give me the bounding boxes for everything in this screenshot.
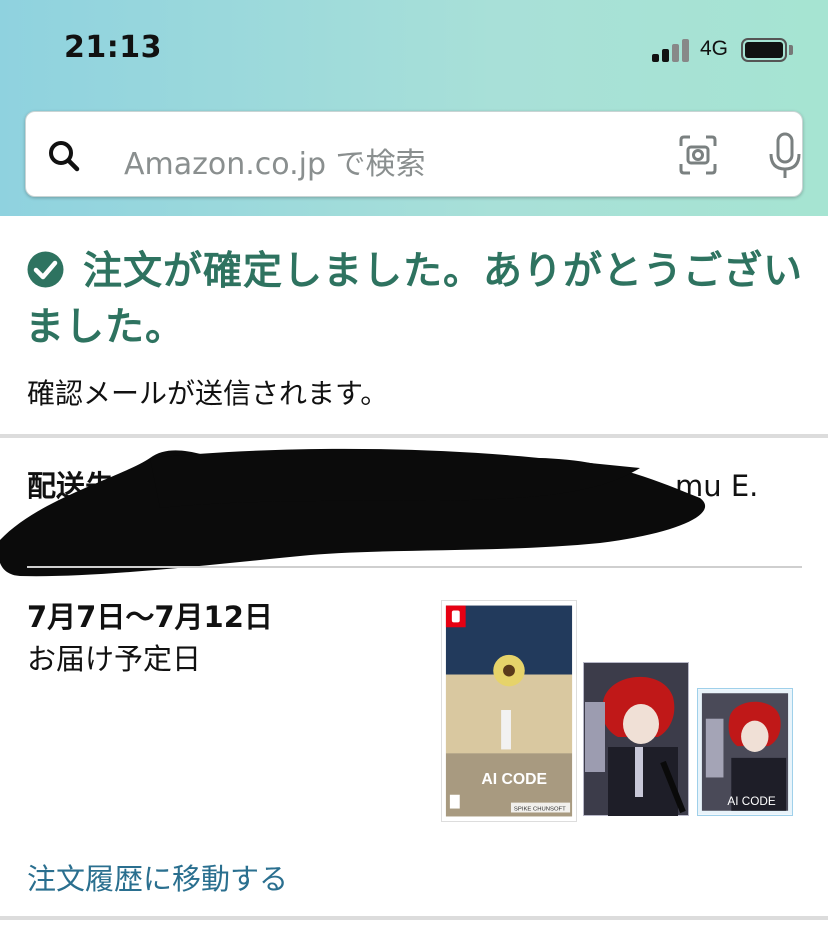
order-confirmation: 注文が確定しました。ありがとうございました。 [25,244,805,356]
battery-tip [789,45,793,55]
check-circle-icon [27,251,64,288]
redaction-mark [0,448,706,577]
search-bar[interactable]: Amazon.co.jp で検索 [25,111,803,197]
delivery-label: お届け予定日 [27,642,202,676]
product-image-bonus-card[interactable] [583,662,689,816]
header-bar: 21:13 4G Amazon.co.jp で検索 [0,0,828,216]
delivery-date: 7月7日〜7月12日 [27,600,273,634]
camera-scan-icon[interactable] [678,134,718,176]
order-history-link[interactable]: 注文履歴に移動する [27,856,288,898]
battery-icon [741,38,787,62]
svg-text:AI CODE: AI CODE [727,795,775,808]
bottom-divider [0,916,828,920]
product-image-bonus-acrylic[interactable]: AI CODE [697,688,793,816]
search-input[interactable]: Amazon.co.jp で検索 [124,139,426,183]
microphone-icon[interactable] [764,132,806,180]
product-image-game[interactable]: AI CODE SPIKE CHUNSOFT [441,600,577,822]
item-divider [27,566,802,568]
search-icon[interactable] [44,136,84,176]
confirmation-subtitle: 確認メールが送信されます。 [27,377,389,410]
svg-text:AI CODE: AI CODE [481,771,547,788]
network-type: 4G [700,37,729,60]
status-time: 21:13 [64,30,162,65]
cellular-signal-icon [652,38,692,62]
svg-text:SPIKE CHUNSOFT: SPIKE CHUNSOFT [514,807,566,813]
confirmation-title: 注文が確定しました。ありがとうございました。 [25,249,804,350]
